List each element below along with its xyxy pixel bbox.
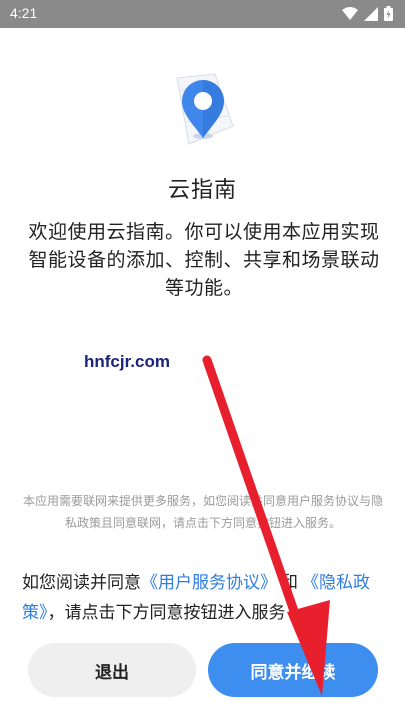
location-pin-icon xyxy=(176,73,234,145)
status-time: 4:21 xyxy=(10,5,38,21)
consent-suffix: ，请点击下方同意按钮进入服务 xyxy=(47,603,286,623)
consent-prefix: 如您阅读并同意 xyxy=(22,573,141,593)
user-agreement-link[interactable]: 《用户服务协议》 xyxy=(141,573,277,593)
signal-icon xyxy=(364,6,378,21)
watermark-text: hnfcjr.com xyxy=(84,352,170,371)
network-notice: 本应用需要联网来提供更多服务，如您阅读并同意用户服务协议与隐私政策且同意联网，请… xyxy=(22,494,383,530)
agree-continue-button[interactable]: 同意并继续 xyxy=(208,643,378,697)
consent-and: 和 xyxy=(281,573,298,593)
intro-text: 欢迎使用云指南。你可以使用本应用实现智能设备的添加、控制、共享和场景联动等功能。 xyxy=(28,221,380,299)
consent-text: 如您阅读并同意《用户服务协议》和《隐私政策》，请点击下方同意按钮进入服务 xyxy=(22,568,384,628)
status-icons xyxy=(342,6,393,21)
wifi-icon xyxy=(342,6,358,20)
app-name: 云指南 xyxy=(167,178,237,203)
status-bar: 4:21 xyxy=(0,0,405,28)
exit-button[interactable]: 退出 xyxy=(28,643,196,697)
battery-icon xyxy=(384,6,393,21)
